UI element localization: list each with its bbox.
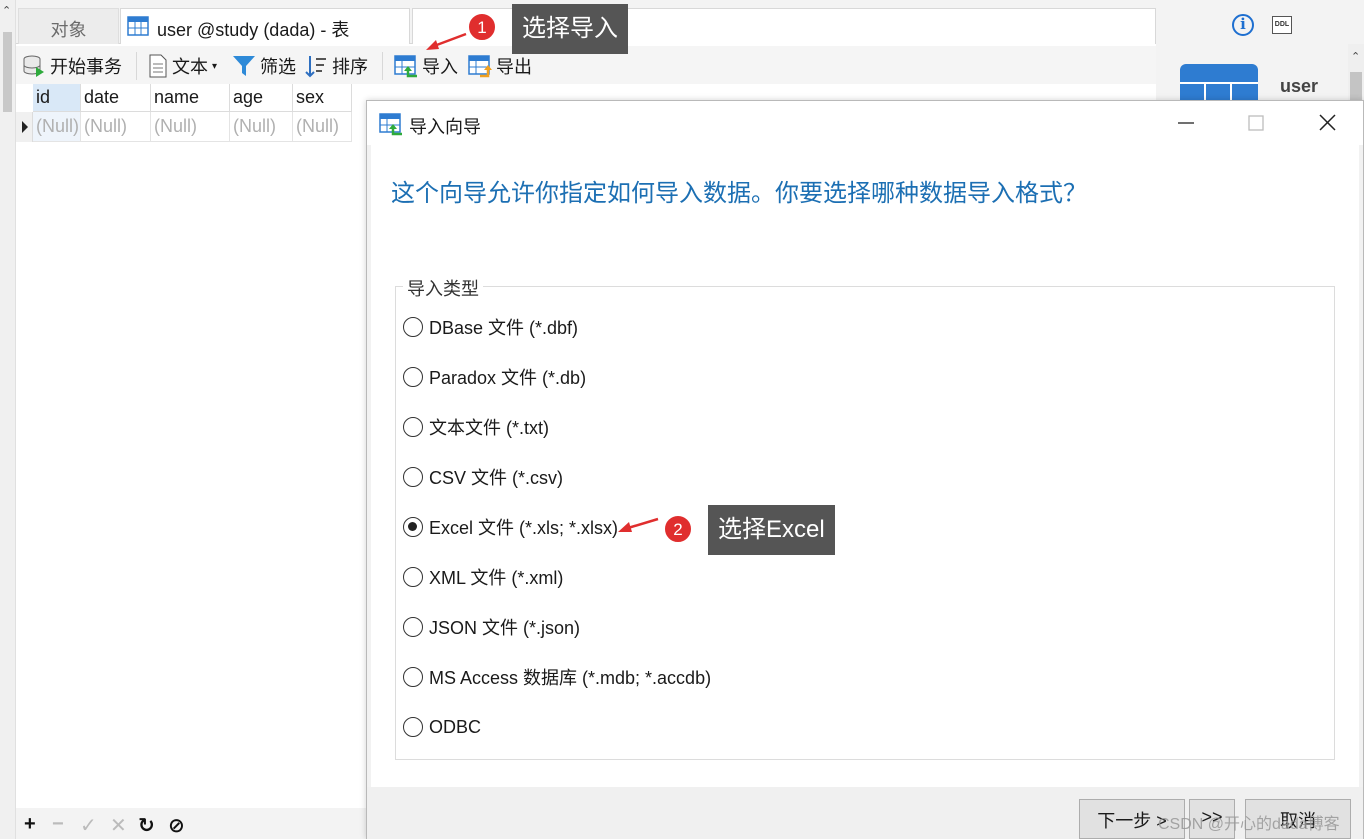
radio-button[interactable]: [403, 717, 423, 737]
option-paradox[interactable]: Paradox 文件 (*.db): [403, 362, 586, 392]
record-toolbar: + − ✓ ✕ ↻ ⊘: [16, 808, 366, 839]
import-wizard-dialog: 导入向导 这个向导允许你指定如何导入数据。你要选择哪种数据导入格式？ 导入类型 …: [366, 100, 1364, 839]
database-icon: [23, 55, 44, 77]
close-icon[interactable]: [1304, 107, 1350, 139]
dropdown-caret-icon: ▾: [212, 60, 218, 72]
export-label: 导出: [496, 57, 532, 77]
option-xml[interactable]: XML 文件 (*.xml): [403, 562, 563, 592]
import-button[interactable]: 导入: [394, 53, 458, 79]
import-icon: [394, 55, 417, 78]
data-grid: id date name age sex (Null) (Null) (Null…: [16, 84, 356, 144]
column-header-age[interactable]: age: [230, 84, 293, 112]
option-dbase[interactable]: DBase 文件 (*.dbf): [403, 312, 578, 342]
scroll-up-icon[interactable]: ⌃: [1351, 50, 1360, 63]
stop-icon[interactable]: ⊘: [168, 813, 185, 838]
sort-label: 排序: [332, 57, 368, 77]
option-label: XML 文件 (*.xml): [429, 568, 564, 588]
current-row-icon: [22, 121, 28, 133]
option-label: MS Access 数据库 (*.mdb; *.accdb): [429, 668, 712, 688]
table-cell[interactable]: (Null): [151, 112, 230, 142]
sort-icon: [305, 56, 326, 78]
toolbar-divider: [136, 52, 137, 80]
table-cell[interactable]: (Null): [81, 112, 151, 142]
option-label: Paradox 文件 (*.db): [429, 368, 587, 388]
dialog-body: 这个向导允许你指定如何导入数据。你要选择哪种数据导入格式？ 导入类型 DBase…: [371, 145, 1359, 787]
step-badge: 2: [664, 515, 692, 543]
option-text-file[interactable]: 文本文件 (*.txt): [403, 412, 549, 442]
import-label: 导入: [422, 57, 458, 77]
option-csv[interactable]: CSV 文件 (*.csv): [403, 462, 563, 492]
refresh-icon[interactable]: ↻: [138, 813, 155, 838]
minimize-icon[interactable]: [1163, 107, 1209, 139]
radio-button[interactable]: [403, 667, 423, 687]
callout-step-1: 选择导入: [512, 4, 628, 54]
toolbar-divider: [382, 52, 383, 80]
option-label: JSON 文件 (*.json): [429, 618, 581, 638]
object-name: user: [1280, 76, 1319, 96]
radio-button[interactable]: [403, 617, 423, 637]
option-label: ODBC: [429, 716, 482, 737]
watermark: CSDN @开心的dada博客: [1158, 816, 1340, 833]
column-header-date[interactable]: date: [81, 84, 151, 112]
scroll-up-icon[interactable]: ⌃: [2, 4, 11, 17]
import-icon: [379, 113, 402, 136]
option-excel[interactable]: Excel 文件 (*.xls; *.xlsx): [403, 512, 618, 542]
column-header-id[interactable]: id: [33, 84, 81, 112]
discard-icon[interactable]: ✕: [110, 813, 127, 838]
table-cell[interactable]: (Null): [293, 112, 352, 142]
table-cell[interactable]: (Null): [33, 112, 81, 142]
option-label: DBase 文件 (*.dbf): [429, 318, 579, 338]
apply-icon[interactable]: ✓: [80, 813, 97, 838]
filter-label: 筛选: [260, 57, 296, 77]
tab-user-table[interactable]: user @study (dada) - 表: [120, 8, 410, 44]
radio-button[interactable]: [403, 567, 423, 587]
table-icon: [127, 16, 149, 36]
column-header-name[interactable]: name: [151, 84, 230, 112]
option-json[interactable]: JSON 文件 (*.json): [403, 612, 580, 642]
begin-transaction-button[interactable]: 开始事务: [22, 53, 122, 79]
info-icon[interactable]: i: [1232, 14, 1254, 36]
callout-step-2: 选择Excel: [708, 505, 835, 555]
annotation-arrow-icon: [618, 517, 659, 532]
table-preview-icon: [1180, 64, 1258, 102]
option-label: CSV 文件 (*.csv): [429, 468, 564, 488]
text-menu-button[interactable]: 文本 ▾: [148, 53, 217, 79]
radio-button[interactable]: [403, 317, 423, 337]
tab-user-label: user @study (dada) - 表: [157, 20, 350, 40]
radio-button[interactable]: [403, 417, 423, 437]
tab-objects[interactable]: 对象: [18, 8, 119, 44]
dialog-title: 导入向导: [409, 117, 481, 137]
table-cell[interactable]: (Null): [230, 112, 293, 142]
wizard-heading: 这个向导允许你指定如何导入数据。你要选择哪种数据导入格式？: [391, 180, 1087, 207]
add-record-icon[interactable]: +: [24, 813, 36, 836]
step-badge: 1: [468, 13, 496, 41]
left-scrollbar[interactable]: ⌃: [0, 0, 16, 839]
filter-icon: [233, 56, 255, 76]
export-icon: [468, 55, 492, 78]
option-odbc[interactable]: ODBC: [403, 712, 481, 742]
dialog-titlebar[interactable]: 导入向导: [367, 101, 1363, 145]
option-label: 文本文件 (*.txt): [429, 418, 549, 438]
filter-button[interactable]: 筛选: [232, 53, 296, 79]
radio-button-selected[interactable]: [403, 517, 423, 537]
radio-button[interactable]: [403, 367, 423, 387]
ddl-icon[interactable]: DDL: [1272, 16, 1292, 34]
option-ms-access[interactable]: MS Access 数据库 (*.mdb; *.accdb): [403, 662, 711, 692]
begin-transaction-label: 开始事务: [50, 57, 122, 77]
maximize-icon[interactable]: [1233, 107, 1279, 139]
radio-button[interactable]: [403, 467, 423, 487]
export-button[interactable]: 导出: [468, 53, 532, 79]
delete-record-icon[interactable]: −: [52, 813, 64, 836]
scroll-thumb[interactable]: [3, 32, 12, 112]
row-selector[interactable]: [16, 112, 33, 142]
column-header-sex[interactable]: sex: [293, 84, 352, 112]
import-type-legend: 导入类型: [403, 275, 483, 301]
sort-button[interactable]: 排序: [304, 53, 368, 79]
text-menu-label: 文本: [172, 57, 208, 77]
option-label: Excel 文件 (*.xls; *.xlsx): [429, 518, 619, 538]
document-icon: [149, 54, 167, 78]
